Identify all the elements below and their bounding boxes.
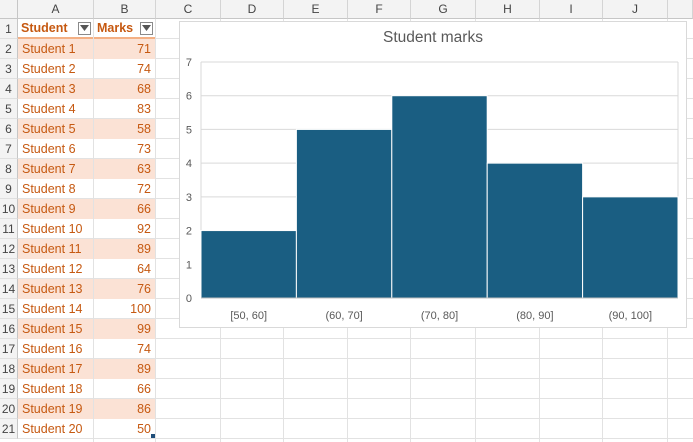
marks-cell[interactable]: 83	[94, 99, 155, 119]
row-header-8[interactable]: 8	[0, 159, 18, 179]
marks-cell[interactable]: 92	[94, 219, 155, 239]
column-header-f[interactable]: F	[348, 0, 411, 19]
row-header-11[interactable]: 11	[0, 219, 18, 239]
histogram-bar	[295, 128, 393, 299]
column-header-partial[interactable]	[668, 0, 693, 19]
column-header-a[interactable]: A	[18, 0, 94, 19]
histogram-chart[interactable]: Student marks 0 1 2 3 4 5 6 7 [50, 60] (60, 70] (7…	[179, 21, 687, 328]
y-tick-label: 6	[186, 91, 192, 103]
row-header-6[interactable]: 6	[0, 119, 18, 139]
table-resize-handle[interactable]	[151, 434, 155, 438]
student-name-cell[interactable]: Student 14	[18, 299, 93, 319]
row-header-20[interactable]: 20	[0, 399, 18, 419]
student-name-cell[interactable]: Student 6	[18, 139, 93, 159]
student-name-cell[interactable]: Student 16	[18, 339, 93, 359]
row-header-13[interactable]: 13	[0, 259, 18, 279]
row-header-18[interactable]: 18	[0, 359, 18, 379]
marks-cell[interactable]: 100	[94, 299, 155, 319]
histogram-bar	[200, 230, 297, 299]
row-header-7[interactable]: 7	[0, 139, 18, 159]
student-name-cell[interactable]: Student 20	[18, 419, 93, 439]
y-tick-label: 3	[186, 192, 192, 204]
row-header-16[interactable]: 16	[0, 319, 18, 339]
x-tick-label: (60, 70]	[325, 310, 362, 322]
y-tick-label: 0	[186, 293, 192, 305]
y-tick-label: 2	[186, 226, 192, 238]
x-tick-label: (90, 100]	[609, 310, 652, 322]
select-all-corner[interactable]	[0, 0, 18, 19]
column-header-e[interactable]: E	[284, 0, 348, 19]
histogram-bar	[391, 95, 488, 299]
row-header-2[interactable]: 2	[0, 39, 18, 59]
marks-cell[interactable]: 72	[94, 179, 155, 199]
student-name-cell[interactable]: Student 15	[18, 319, 93, 339]
marks-cell[interactable]: 89	[94, 359, 155, 379]
column-header-i[interactable]: I	[540, 0, 603, 19]
row-header-19[interactable]: 19	[0, 379, 18, 399]
marks-cell[interactable]: 68	[94, 79, 155, 99]
y-tick-label: 1	[186, 259, 192, 271]
column-header-b[interactable]: B	[94, 0, 156, 19]
marks-cell[interactable]: 63	[94, 159, 155, 179]
x-tick-label: [50, 60]	[230, 310, 267, 322]
marks-cell[interactable]: 73	[94, 139, 155, 159]
marks-cell[interactable]: 99	[94, 319, 155, 339]
student-name-cell[interactable]: Student 11	[18, 239, 93, 259]
row-header-15[interactable]: 15	[0, 299, 18, 319]
column-header-c[interactable]: C	[156, 0, 221, 19]
y-tick-label: 7	[186, 57, 192, 69]
marks-cell[interactable]: 74	[94, 339, 155, 359]
column-header-d[interactable]: D	[221, 0, 284, 19]
student-name-cell[interactable]: Student 8	[18, 179, 93, 199]
x-tick-label: (80, 90]	[516, 310, 553, 322]
student-name-cell[interactable]: Student 17	[18, 359, 93, 379]
row-header-9[interactable]: 9	[0, 179, 18, 199]
filter-dropdown-icon[interactable]	[78, 22, 91, 35]
row-header-10[interactable]: 10	[0, 199, 18, 219]
histogram-bar	[582, 196, 679, 299]
student-name-cell[interactable]: Student 4	[18, 99, 93, 119]
y-tick-label: 4	[186, 158, 192, 170]
x-tick-label: (70, 80]	[421, 310, 458, 322]
spreadsheet: ABCDEFGHIJ 1 2 3 4 5 6 7 8 9 10 11 12 13 14 15 16 17 18 19…	[0, 0, 693, 442]
student-name-cell[interactable]: Student 10	[18, 219, 93, 239]
histogram-bar	[486, 162, 584, 299]
row-header-4[interactable]: 4	[0, 79, 18, 99]
student-name-cell[interactable]: Student 19	[18, 399, 93, 419]
row-header-3[interactable]: 3	[0, 59, 18, 79]
student-name-cell[interactable]: Student 12	[18, 259, 93, 279]
marks-cell[interactable]: 66	[94, 379, 155, 399]
row-header-12[interactable]: 12	[0, 239, 18, 259]
row-header-21[interactable]: 21	[0, 419, 18, 439]
marks-cell[interactable]: 71	[94, 39, 155, 59]
filter-dropdown-icon[interactable]	[140, 22, 153, 35]
row-header-1[interactable]: 1	[0, 19, 18, 39]
marks-cell[interactable]: 76	[94, 279, 155, 299]
marks-cell[interactable]: 58	[94, 119, 155, 139]
marks-cell[interactable]: 86	[94, 399, 155, 419]
chart-plot: 0 1 2 3 4 5 6 7 [50, 60] (60, 70] (70, 80] (80, 90]…	[186, 57, 679, 322]
column-header-j[interactable]: J	[603, 0, 668, 19]
student-name-cell[interactable]: Student 3	[18, 79, 93, 99]
student-name-cell[interactable]: Student 18	[18, 379, 93, 399]
row-header-5[interactable]: 5	[0, 99, 18, 119]
student-name-cell[interactable]: Student 2	[18, 59, 93, 79]
marks-cell[interactable]: 74	[94, 59, 155, 79]
marks-cell[interactable]: 89	[94, 239, 155, 259]
student-name-cell[interactable]: Student 1	[18, 39, 93, 59]
student-name-cell[interactable]: Student 13	[18, 279, 93, 299]
y-tick-label: 5	[186, 124, 192, 136]
row-header-17[interactable]: 17	[0, 339, 18, 359]
marks-cell[interactable]: 50	[94, 419, 155, 439]
column-header-h[interactable]: H	[476, 0, 540, 19]
marks-cell[interactable]: 64	[94, 259, 155, 279]
student-name-cell[interactable]: Student 7	[18, 159, 93, 179]
student-name-cell[interactable]: Student 9	[18, 199, 93, 219]
student-name-cell[interactable]: Student 5	[18, 119, 93, 139]
column-header-g[interactable]: G	[411, 0, 476, 19]
row-header-14[interactable]: 14	[0, 279, 18, 299]
marks-cell[interactable]: 66	[94, 199, 155, 219]
